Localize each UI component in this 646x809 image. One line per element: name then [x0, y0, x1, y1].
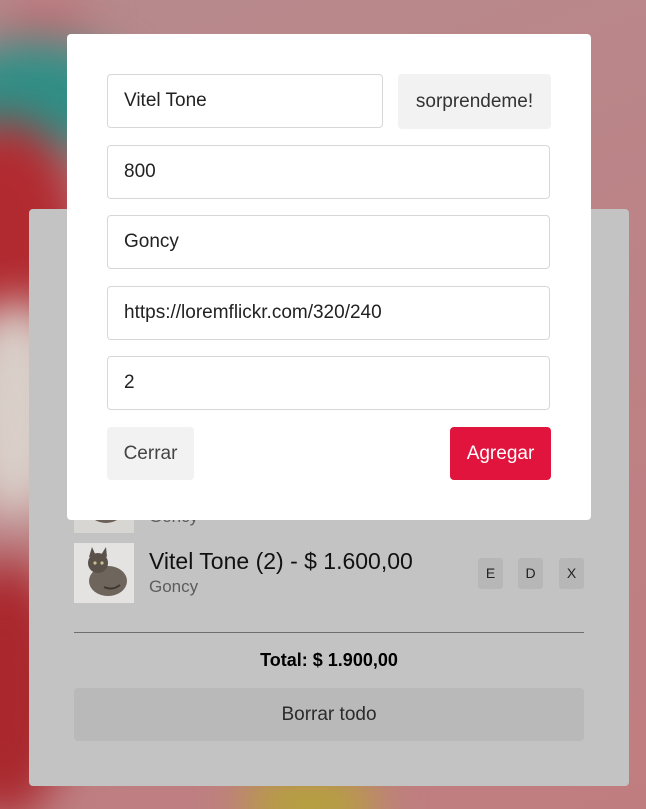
close-button[interactable]: Cerrar — [107, 427, 194, 480]
price-input[interactable] — [107, 145, 550, 199]
cart-item-brand: Goncy — [149, 577, 199, 596]
brand-input[interactable] — [107, 215, 550, 269]
cat-thumbnail — [74, 543, 134, 603]
cart-total: Total: $ 1.900,00 — [260, 650, 398, 670]
edit-button[interactable]: E — [478, 558, 503, 589]
product-name-input[interactable] — [107, 74, 383, 128]
duplicate-button[interactable]: D — [518, 558, 543, 589]
surprise-button[interactable]: sorprendeme! — [398, 74, 551, 129]
quantity-input[interactable] — [107, 356, 550, 410]
add-button[interactable]: Agregar — [450, 427, 551, 480]
remove-button[interactable]: X — [559, 558, 584, 589]
cart-item-title: Vitel Tone (2) - $ 1.600,00 — [149, 548, 413, 574]
add-product-modal: sorprendeme! Cerrar Agregar — [67, 34, 591, 520]
divider — [74, 632, 584, 633]
clear-all-button[interactable]: Borrar todo — [74, 688, 584, 741]
cart-item: Vitel Tone (2) - $ 1.600,00 Goncy E D X — [74, 543, 584, 605]
image-url-input[interactable] — [107, 286, 550, 340]
